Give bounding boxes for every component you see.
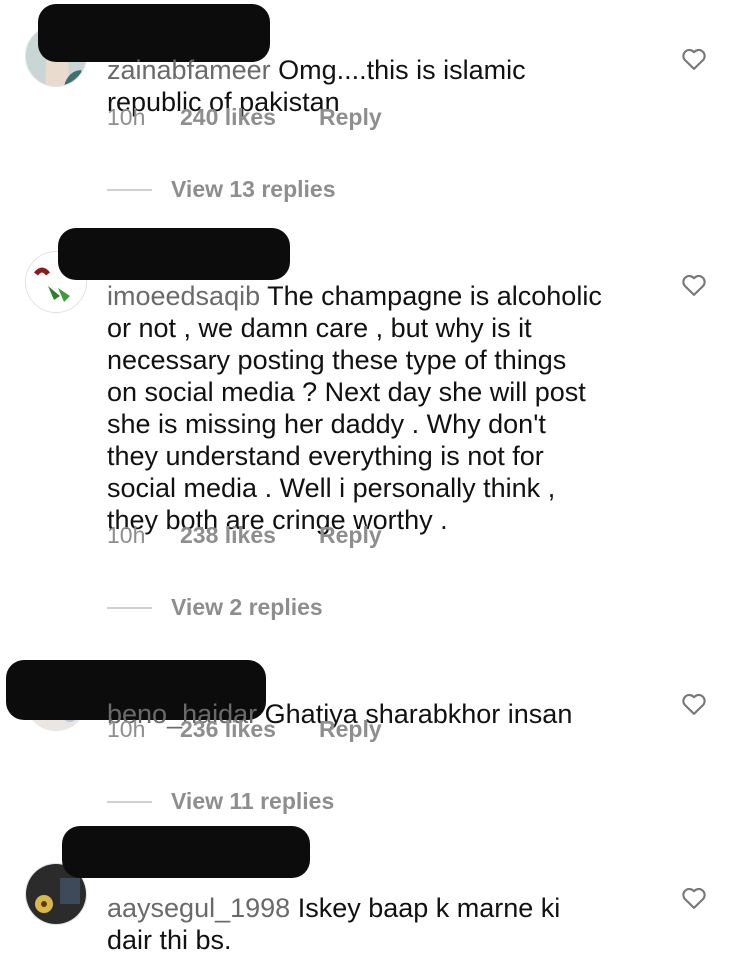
- comment-username[interactable]: aaysegul_1998: [107, 893, 290, 923]
- comment-item: aaysegul_1998 Iskey baap k marne ki dair…: [0, 0, 749, 955]
- comment-text: aaysegul_1998 Iskey baap k marne ki dair…: [107, 860, 652, 956]
- heart-icon[interactable]: [680, 884, 708, 912]
